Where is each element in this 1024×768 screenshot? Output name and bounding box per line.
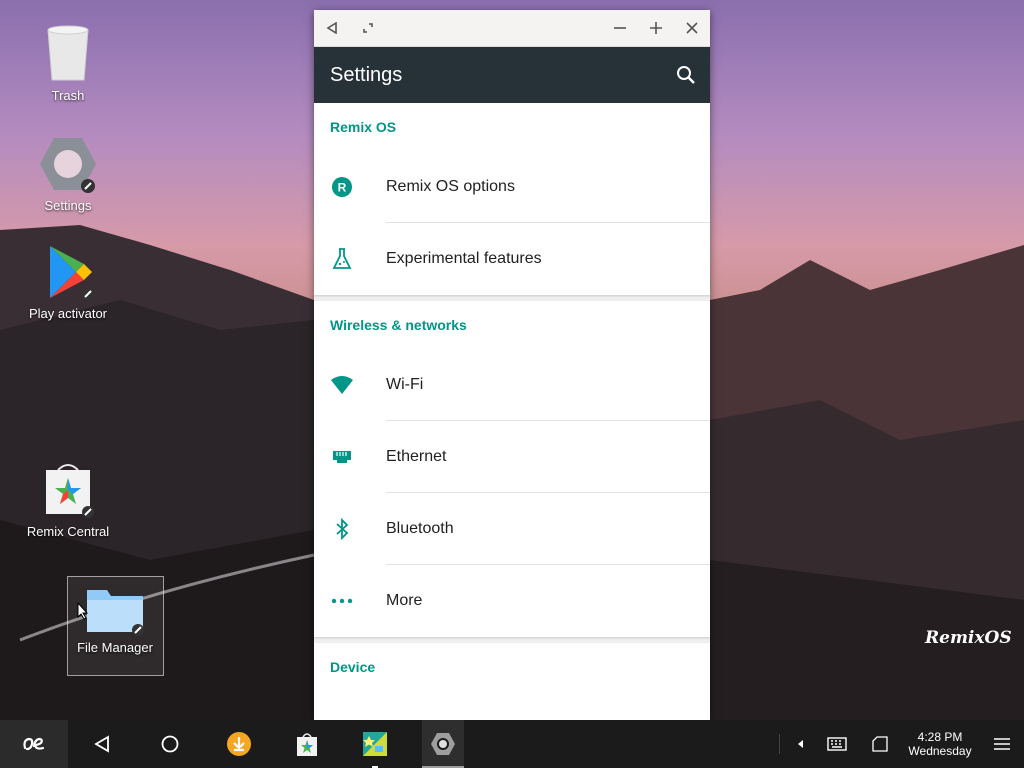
more-dots-icon bbox=[331, 598, 353, 604]
back-triangle-icon bbox=[326, 22, 337, 34]
wifi-icon bbox=[331, 376, 353, 394]
ethernet-icon bbox=[333, 451, 351, 463]
settings-app-bar: Settings bbox=[314, 47, 710, 103]
desktop-icon-label: Play activator bbox=[28, 306, 108, 321]
tray-separator bbox=[779, 734, 780, 754]
desktop-icon-play-activator[interactable]: Play activator bbox=[20, 242, 116, 321]
window-titlebar[interactable] bbox=[314, 10, 710, 47]
resize-arrows-icon bbox=[363, 23, 373, 33]
desktop-icon-trash[interactable]: Trash bbox=[20, 24, 116, 103]
trash-icon bbox=[47, 25, 89, 81]
settings-item-label: Remix OS options bbox=[386, 178, 515, 195]
settings-window: Settings Remix OS R Remix OS options Exp… bbox=[314, 10, 710, 720]
taskbar-app-remix-central[interactable] bbox=[290, 720, 324, 768]
chevron-left-icon bbox=[798, 740, 803, 748]
nav-home-button[interactable] bbox=[150, 720, 190, 768]
window-minimize-button[interactable] bbox=[606, 10, 634, 46]
settings-gear-icon bbox=[40, 138, 96, 193]
settings-list[interactable]: Remix OS R Remix OS options Experimental… bbox=[314, 103, 710, 720]
settings-item-label: Experimental features bbox=[386, 250, 542, 267]
settings-item-remix-os-options[interactable]: R Remix OS options bbox=[314, 151, 710, 223]
settings-gear-icon bbox=[431, 733, 455, 755]
start-menu-button[interactable] bbox=[0, 720, 68, 768]
remix-logo-icon bbox=[23, 737, 45, 751]
flask-icon bbox=[332, 248, 352, 269]
window-resize-button[interactable] bbox=[354, 10, 382, 46]
search-icon bbox=[677, 66, 695, 84]
window-close-button[interactable] bbox=[678, 10, 706, 46]
notification-center-button[interactable] bbox=[988, 720, 1016, 768]
remix-central-icon bbox=[297, 733, 317, 756]
play-store-icon bbox=[50, 246, 94, 300]
remixos-watermark: RemixOS bbox=[925, 628, 1012, 648]
window-maximize-button[interactable] bbox=[642, 10, 670, 46]
back-triangle-icon bbox=[94, 735, 109, 753]
svg-text:R: R bbox=[338, 181, 347, 195]
settings-item-label: More bbox=[386, 592, 423, 609]
settings-item-more[interactable]: More bbox=[314, 565, 710, 637]
bluetooth-icon bbox=[336, 518, 349, 540]
search-button[interactable] bbox=[674, 63, 698, 87]
clock-time: 4:28 PM bbox=[917, 730, 963, 744]
keyboard-icon bbox=[827, 737, 847, 751]
folder-icon bbox=[87, 590, 144, 636]
desktop-icon-label: File Manager bbox=[77, 640, 153, 655]
desktop-icon-label: Settings bbox=[44, 198, 92, 213]
section-remix-os: Remix OS R Remix OS options Experimental… bbox=[314, 103, 710, 295]
settings-item-label: Ethernet bbox=[386, 448, 447, 465]
window-back-button[interactable] bbox=[318, 10, 346, 46]
plus-icon bbox=[650, 22, 662, 34]
download-icon bbox=[227, 732, 251, 756]
desktop-icon-settings[interactable]: Settings bbox=[20, 134, 116, 213]
settings-item-label: Wi-Fi bbox=[386, 376, 424, 393]
tray-expand-button[interactable] bbox=[790, 720, 810, 768]
mouse-cursor-icon bbox=[77, 602, 89, 620]
clock-day: Wednesday bbox=[908, 744, 972, 758]
taskbar-app-settings[interactable] bbox=[422, 720, 464, 768]
taskbar: 4:28 PM Wednesday bbox=[0, 720, 1024, 768]
taskbar-app-downloader[interactable] bbox=[222, 720, 256, 768]
desktop-icon-label: Remix Central bbox=[26, 524, 110, 539]
minimize-icon bbox=[614, 27, 626, 29]
tray-clock[interactable]: 4:28 PM Wednesday bbox=[904, 730, 976, 758]
settings-item-experimental-features[interactable]: Experimental features bbox=[314, 223, 710, 295]
menu-lines-icon bbox=[994, 738, 1010, 750]
nav-back-button[interactable] bbox=[82, 720, 122, 768]
section-title: Device bbox=[330, 659, 376, 675]
settings-item-ethernet[interactable]: Ethernet bbox=[314, 421, 710, 493]
remix-central-icon bbox=[46, 464, 94, 518]
desktop-icon-remix-central[interactable]: Remix Central bbox=[20, 460, 116, 539]
gallery-app-icon bbox=[363, 732, 387, 756]
settings-item-label: Bluetooth bbox=[386, 520, 454, 537]
section-wireless-networks: Wireless & networks Wi-Fi Ethernet Bluet… bbox=[314, 301, 710, 637]
tray-keyboard-button[interactable] bbox=[824, 720, 850, 768]
desktop-icon-label: Trash bbox=[51, 88, 85, 103]
settings-item-wifi[interactable]: Wi-Fi bbox=[314, 349, 710, 421]
close-icon bbox=[686, 22, 698, 34]
taskbar-app-gallery[interactable] bbox=[358, 720, 392, 768]
section-title: Wireless & networks bbox=[330, 317, 467, 333]
tray-storage-button[interactable] bbox=[868, 720, 892, 768]
settings-item-bluetooth[interactable]: Bluetooth bbox=[314, 493, 710, 565]
page-title: Settings bbox=[330, 64, 403, 86]
sd-card-icon bbox=[872, 736, 888, 752]
remix-r-icon: R bbox=[332, 177, 352, 197]
section-device: Device bbox=[314, 643, 710, 720]
home-circle-icon bbox=[161, 735, 179, 753]
section-title: Remix OS bbox=[330, 119, 397, 135]
